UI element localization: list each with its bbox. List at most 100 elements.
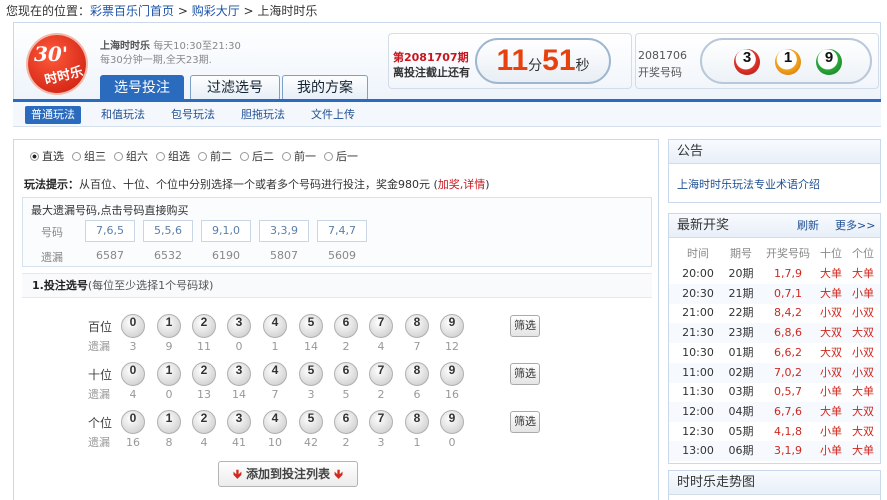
filter-button[interactable]: 筛选 (510, 411, 540, 433)
radio-group[interactable]: 组选 (156, 148, 190, 164)
breadcrumb-home-link[interactable]: 彩票百乐门首页 (90, 4, 174, 18)
number-ball[interactable]: 2 (192, 362, 216, 386)
number-ball[interactable]: 3 (227, 410, 251, 434)
ball-miss-count: 7 (271, 388, 279, 401)
number-ball[interactable]: 7 (369, 362, 393, 386)
radio-icon (30, 152, 39, 161)
ball-miss-count: 4 (200, 436, 208, 449)
notice-link[interactable]: 上海时时乐玩法专业术语介绍 (677, 176, 820, 192)
number-ball[interactable]: 6 (334, 362, 358, 386)
number-ball[interactable]: 5 (299, 314, 323, 338)
number-ball[interactable]: 0 (121, 410, 145, 434)
tab-select-numbers[interactable]: 选号投注 (100, 75, 184, 101)
number-ball[interactable]: 7 (369, 410, 393, 434)
ball-miss-count: 3 (129, 340, 137, 353)
ball-miss-count: 3 (307, 388, 315, 401)
number-ball[interactable]: 1 (157, 314, 181, 338)
tab-filter[interactable]: 过滤选号 (190, 75, 280, 101)
draw-ones: 小双 (852, 306, 874, 320)
subtab-banker[interactable]: 胆拖玩法 (241, 106, 285, 124)
number-ball[interactable]: 1 (157, 410, 181, 434)
number-ball[interactable]: 0 (121, 362, 145, 386)
radio-group6[interactable]: 组六 (114, 148, 148, 164)
draw-ones: 小单 (852, 286, 874, 300)
table-row: 11:00 02期 7,0,2 小双 小双 (669, 362, 880, 383)
number-ball[interactable]: 6 (334, 410, 358, 434)
tab-my-plan[interactable]: 我的方案 (282, 75, 368, 101)
refresh-link[interactable]: 刷新 (797, 214, 819, 238)
seconds-unit: 秒 (575, 58, 590, 74)
play-tip: 玩法提示：从百位、十位、个位中分别选择一个或者多个号码进行投注，奖金980元 (… (24, 176, 490, 192)
number-ball[interactable]: 9 (440, 362, 464, 386)
latest-draws-box: 最新开奖 刷新 更多>> 时间 期号 开奖号码 十位 个位 20:00 20期 1,… (668, 213, 881, 464)
draw-issue: 06期 (728, 444, 754, 458)
number-ball[interactable]: 3 (227, 362, 251, 386)
number-ball[interactable]: 3 (227, 314, 251, 338)
number-ball[interactable]: 5 (299, 410, 323, 434)
radio-group3[interactable]: 组三 (72, 148, 106, 164)
ball-miss-count: 0 (448, 436, 456, 449)
table-row: 20:30 21期 0,7,1 大单 小单 (669, 283, 880, 304)
number-ball[interactable]: 5 (299, 362, 323, 386)
radio-icon (156, 152, 165, 161)
max-miss-code[interactable]: 9,1,0 (201, 220, 251, 242)
number-ball[interactable]: 8 (405, 362, 429, 386)
radio-back2[interactable]: 后二 (240, 148, 274, 164)
last-draw-label: 开奖号码 (638, 66, 682, 79)
draw-numbers: 6,8,6 (774, 326, 802, 340)
subtab-package[interactable]: 包号玩法 (171, 106, 215, 124)
radio-label: 组选 (168, 150, 190, 163)
number-ball[interactable]: 8 (405, 410, 429, 434)
draw-tens: 大双 (820, 345, 842, 359)
number-ball[interactable]: 4 (263, 410, 287, 434)
trend-title[interactable]: 时时乐走势图 (669, 471, 880, 495)
ball-miss-count: 0 (165, 388, 173, 401)
draw-ones: 大双 (852, 404, 874, 418)
draw-tens: 小双 (820, 306, 842, 320)
draw-numbers: 1,7,9 (774, 267, 802, 280)
max-miss-code[interactable]: 3,3,9 (259, 220, 309, 242)
countdown-minutes: 11 (496, 44, 529, 77)
radio-front1[interactable]: 前一 (282, 148, 316, 164)
add-to-list-button[interactable]: 🡻 添加到投注列表 🡻 (218, 461, 358, 487)
subtab-sum[interactable]: 和值玩法 (101, 106, 145, 124)
draw-tens: 小单 (820, 424, 842, 438)
number-ball[interactable]: 2 (192, 410, 216, 434)
number-ball[interactable]: 0 (121, 314, 145, 338)
max-miss-code[interactable]: 5,5,6 (143, 220, 193, 242)
table-row: 11:30 03期 0,5,7 小单 大单 (669, 382, 880, 402)
breadcrumb-prefix: 您现在的位置： (6, 4, 91, 18)
number-ball[interactable]: 8 (405, 314, 429, 338)
breadcrumb-lobby-link[interactable]: 购彩大厅 (192, 4, 240, 18)
number-ball[interactable]: 6 (334, 314, 358, 338)
number-ball[interactable]: 4 (263, 314, 287, 338)
number-ball[interactable]: 2 (192, 314, 216, 338)
arrow-down-icon: 🡻 (334, 467, 343, 481)
tip-label: 玩法提示： (24, 178, 79, 191)
draw-numbers: 6,7,6 (774, 404, 802, 418)
radio-icon (240, 152, 249, 161)
col-numbers: 开奖号码 (766, 247, 810, 260)
draw-ones: 大单 (852, 267, 874, 280)
play-type-bar: 普通玩法 和值玩法 包号玩法 胆拖玩法 文件上传 (13, 99, 881, 127)
number-ball[interactable]: 1 (157, 362, 181, 386)
max-miss-code[interactable]: 7,6,5 (85, 220, 135, 242)
subtab-upload[interactable]: 文件上传 (311, 106, 355, 124)
subtab-normal[interactable]: 普通玩法 (25, 106, 81, 124)
radio-front2[interactable]: 前二 (198, 148, 232, 164)
more-link[interactable]: 更多>> (835, 214, 875, 238)
filter-button[interactable]: 筛选 (510, 315, 540, 337)
draw-tens: 小单 (820, 385, 842, 399)
number-ball[interactable]: 4 (263, 362, 287, 386)
bonus-details-link[interactable]: 加奖,详情 (438, 178, 486, 191)
draw-time: 21:30 (682, 326, 714, 340)
max-miss-code[interactable]: 7,4,7 (317, 220, 367, 242)
number-ball[interactable]: 9 (440, 314, 464, 338)
logo-number: 30' (34, 42, 68, 66)
radio-back1[interactable]: 后一 (324, 148, 358, 164)
number-ball[interactable]: 7 (369, 314, 393, 338)
filter-button[interactable]: 筛选 (510, 363, 540, 385)
number-ball[interactable]: 9 (440, 410, 464, 434)
radio-icon (324, 152, 333, 161)
radio-direct[interactable]: 直选 (30, 148, 64, 164)
